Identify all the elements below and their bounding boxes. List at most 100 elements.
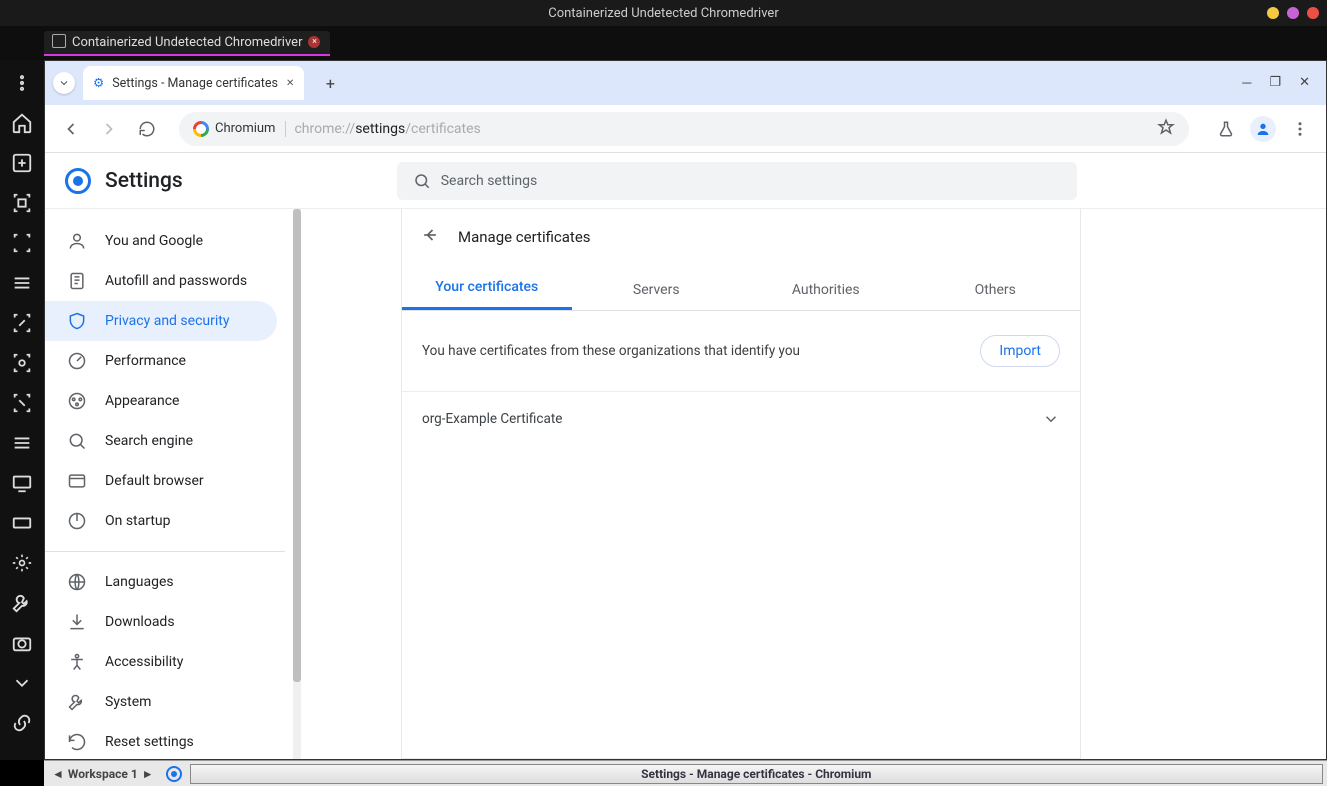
- dock-list2-icon[interactable]: [9, 430, 35, 456]
- search-settings-placeholder: Search settings: [441, 173, 538, 189]
- omnibox-url: chrome://settings/certificates: [294, 121, 480, 137]
- sidebar-item-downloads[interactable]: Downloads: [45, 602, 277, 642]
- sidebar-item-label: Languages: [105, 574, 174, 590]
- dock-link-icon[interactable]: [9, 710, 35, 736]
- dock-expand2-icon[interactable]: [9, 390, 35, 416]
- minimize-dot[interactable]: [1267, 7, 1279, 19]
- forward-button[interactable]: [93, 113, 125, 145]
- browser-window: ⚙ Settings - Manage certificates ✕ + ─ ❐…: [44, 60, 1327, 760]
- search-settings-input[interactable]: Search settings: [397, 162, 1077, 200]
- sidebar-divider: [45, 551, 285, 552]
- browser-minimize-icon[interactable]: ─: [1242, 75, 1251, 91]
- browser-tab[interactable]: ⚙ Settings - Manage certificates ✕: [83, 66, 304, 100]
- sidebar-item-system[interactable]: System: [45, 682, 277, 722]
- sidebar-item-appearance[interactable]: Appearance: [45, 381, 277, 421]
- sidebar-item-autofill[interactable]: Autofill and passwords: [45, 261, 277, 301]
- import-button[interactable]: Import: [980, 335, 1060, 367]
- certificate-tabs: Your certificates Servers Authorities Ot…: [402, 265, 1080, 311]
- sidebar-item-label: Performance: [105, 353, 186, 369]
- reload-button[interactable]: [131, 113, 163, 145]
- new-tab-button[interactable]: +: [316, 74, 344, 93]
- dock-camera-icon[interactable]: [9, 630, 35, 656]
- browser-tabstrip: ⚙ Settings - Manage certificates ✕ + ─ ❐…: [45, 61, 1326, 105]
- sidebar-item-you-and-google[interactable]: You and Google: [45, 221, 277, 261]
- sidebar-item-reset[interactable]: Reset settings: [45, 722, 277, 759]
- maximize-dot[interactable]: [1287, 7, 1299, 19]
- taskbar-task[interactable]: Settings - Manage certificates - Chromiu…: [190, 764, 1323, 784]
- sidebar-item-performance[interactable]: Performance: [45, 341, 277, 381]
- dock-select-icon[interactable]: [9, 190, 35, 216]
- browser-toolbar: Chromium chrome://settings/certificates: [45, 105, 1326, 153]
- browser-menu-icon[interactable]: [1290, 119, 1310, 139]
- sidebar-item-on-startup[interactable]: On startup: [45, 501, 277, 541]
- os-app-tab-close-icon[interactable]: ×: [308, 36, 320, 48]
- search-icon: [413, 172, 431, 190]
- dock-settings-icon[interactable]: [9, 550, 35, 576]
- chromium-logo-icon: [193, 121, 209, 137]
- tab-others[interactable]: Others: [911, 282, 1081, 310]
- sidebar-item-accessibility[interactable]: Accessibility: [45, 642, 277, 682]
- dock-monitor-icon[interactable]: [9, 470, 35, 496]
- dock-fullscreen-icon[interactable]: [9, 230, 35, 256]
- dock-capture-icon[interactable]: [9, 310, 35, 336]
- sidebar-item-label: You and Google: [105, 233, 203, 249]
- os-titlebar: Containerized Undetected Chromedriver: [0, 0, 1327, 26]
- dock-menu-icon[interactable]: [9, 70, 35, 96]
- dock-list1-icon[interactable]: [9, 270, 35, 296]
- bookmark-star-icon[interactable]: [1157, 118, 1175, 140]
- gear-icon: ⚙: [93, 75, 104, 91]
- dock-keyboard-icon[interactable]: [9, 510, 35, 536]
- tab-search-button[interactable]: [53, 72, 75, 94]
- dock-crop-icon[interactable]: [9, 350, 35, 376]
- ws-next-icon[interactable]: ►: [142, 767, 154, 781]
- settings-sidebar: You and Google Autofill and passwords Pr…: [45, 209, 285, 759]
- sidebar-item-languages[interactable]: Languages: [45, 562, 277, 602]
- browser-close-icon[interactable]: ✕: [1299, 75, 1310, 91]
- chromium-logo-icon: [65, 168, 91, 194]
- profile-avatar[interactable]: [1250, 116, 1276, 142]
- taskbar-task-label: Settings - Manage certificates - Chromiu…: [641, 767, 871, 781]
- sidebar-scroll-thumb[interactable]: [293, 209, 301, 682]
- panel-title: Manage certificates: [458, 228, 591, 246]
- taskbar-app-icon[interactable]: [166, 766, 182, 782]
- dock-add-icon[interactable]: [9, 150, 35, 176]
- settings-main: Manage certificates Your certificates Se…: [301, 209, 1326, 759]
- dock-wrench-icon[interactable]: [9, 590, 35, 616]
- sidebar-item-privacy-security[interactable]: Privacy and security: [45, 301, 277, 341]
- settings-header: Settings Search settings: [45, 153, 1326, 209]
- tab-authorities[interactable]: Authorities: [741, 282, 911, 310]
- labs-icon[interactable]: [1216, 119, 1236, 139]
- os-title: Containerized Undetected Chromedriver: [548, 6, 778, 21]
- sidebar-item-label: System: [105, 694, 151, 710]
- sidebar-item-default-browser[interactable]: Default browser: [45, 461, 277, 501]
- sidebar-item-label: On startup: [105, 513, 171, 529]
- panel-back-button[interactable]: [420, 225, 440, 249]
- certificate-org-label: org-Example Certificate: [422, 411, 562, 427]
- ws-prev-icon[interactable]: ◄: [52, 767, 64, 781]
- tab-servers[interactable]: Servers: [572, 282, 742, 310]
- omnibox[interactable]: Chromium chrome://settings/certificates: [179, 112, 1189, 146]
- window-controls: [1267, 7, 1319, 19]
- tab-your-certificates[interactable]: Your certificates: [402, 279, 572, 310]
- sidebar-item-label: Search engine: [105, 433, 193, 449]
- close-dot[interactable]: [1307, 7, 1319, 19]
- dock-home-icon[interactable]: [9, 110, 35, 136]
- sidebar-item-label: Accessibility: [105, 654, 183, 670]
- certificate-org-row[interactable]: org-Example Certificate: [402, 392, 1080, 446]
- site-chip[interactable]: Chromium: [193, 121, 286, 137]
- browser-restore-icon[interactable]: ❐: [1269, 75, 1281, 91]
- sidebar-item-label: Privacy and security: [105, 313, 229, 329]
- os-app-tab[interactable]: Containerized Undetected Chromedriver ×: [44, 31, 330, 56]
- site-chip-label: Chromium: [215, 121, 275, 136]
- sidebar-scrollbar[interactable]: [293, 209, 301, 759]
- workspace-switcher[interactable]: ◄ Workspace 1 ►: [44, 767, 162, 781]
- sidebar-item-search-engine[interactable]: Search engine: [45, 421, 277, 461]
- tab-close-icon[interactable]: ✕: [286, 78, 294, 89]
- os-app-tab-label: Containerized Undetected Chromedriver: [72, 35, 302, 50]
- sidebar-item-label: Appearance: [105, 393, 179, 409]
- back-button[interactable]: [55, 113, 87, 145]
- section-description-row: You have certificates from these organiz…: [402, 311, 1080, 392]
- section-description: You have certificates from these organiz…: [422, 343, 800, 359]
- dock-chevron-down-icon[interactable]: [9, 670, 35, 696]
- browser-window-controls: ─ ❐ ✕: [1242, 75, 1318, 91]
